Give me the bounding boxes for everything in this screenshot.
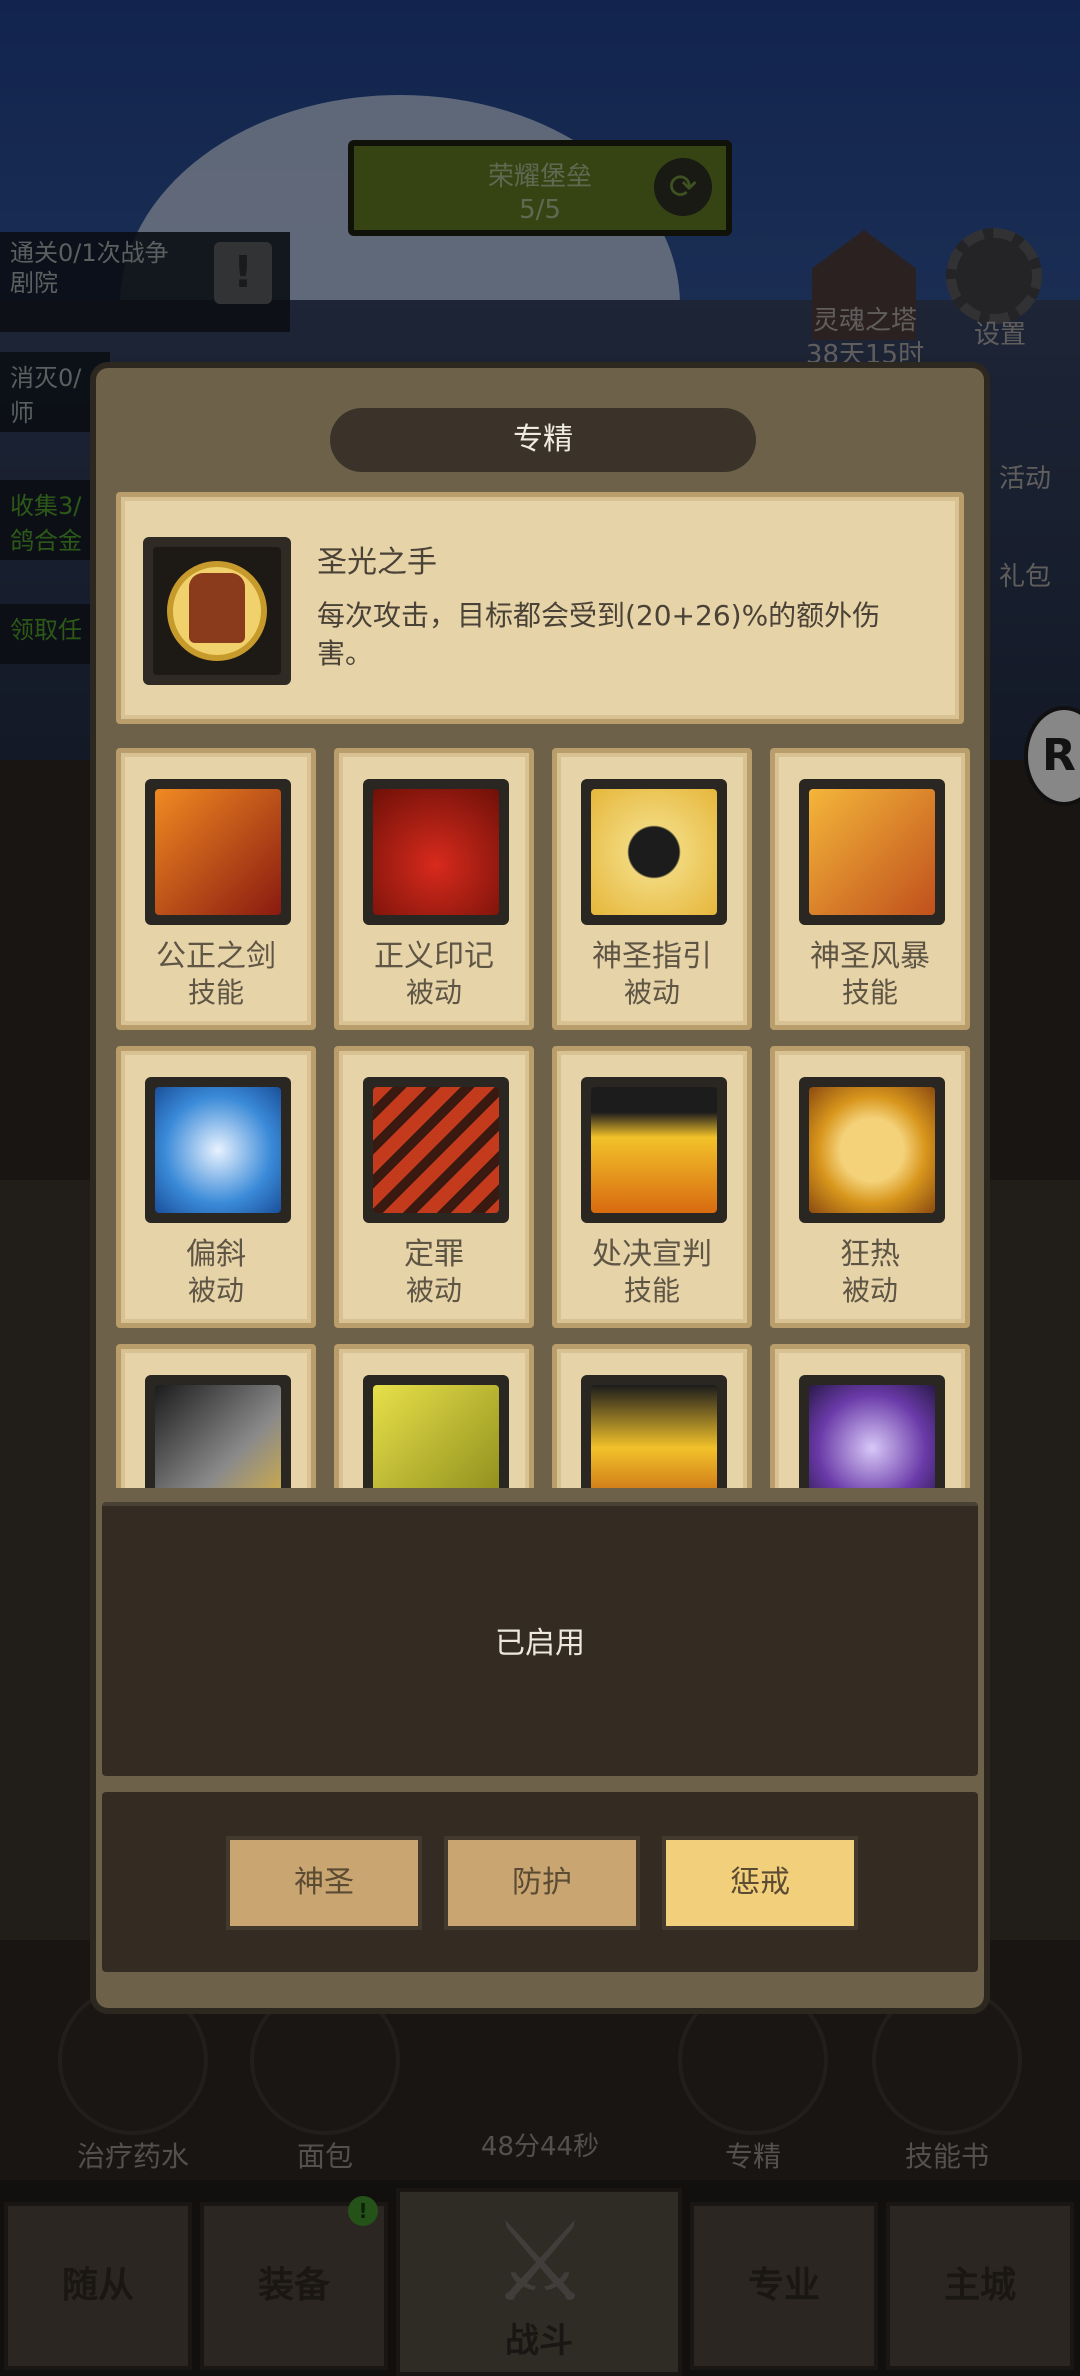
tab-holy[interactable]: 神圣 (226, 1836, 422, 1930)
skill-name: 偏斜 (186, 1237, 246, 1272)
selected-skill-info: 圣光之手 每次攻击，目标都会受到(20+26)%的额外伤害。 (116, 492, 964, 724)
skill-type: 被动 (187, 1274, 244, 1307)
conviction-icon (363, 1077, 509, 1223)
status-text: 已启用 (495, 1626, 585, 1661)
skill-type: 被动 (405, 976, 462, 1009)
skill-name: 狂热 (840, 1237, 900, 1272)
hand-of-light-icon (143, 537, 291, 685)
skill-name: 定罪 (404, 1237, 464, 1272)
skill-card[interactable] (334, 1344, 534, 1488)
skill-card[interactable]: 处决宣判 技能 (552, 1046, 752, 1328)
mark-of-justice-icon (363, 779, 509, 925)
skill-card[interactable]: 偏斜 被动 (116, 1046, 316, 1328)
selected-skill-description: 每次攻击，目标都会受到(20+26)%的额外伤害。 (317, 599, 881, 670)
execution-sentence-icon (581, 1077, 727, 1223)
crossed-blades-icon (363, 1375, 509, 1488)
skill-type: 技能 (623, 1274, 680, 1307)
skill-name: 公正之剑 (156, 939, 276, 974)
tab-retribution[interactable]: 惩戒 (662, 1836, 858, 1930)
golden-crown-icon (581, 1375, 727, 1488)
skill-card[interactable]: 神圣指引 被动 (552, 748, 752, 1030)
skill-card[interactable]: 定罪 被动 (334, 1046, 534, 1328)
skill-card[interactable]: 正义印记 被动 (334, 748, 534, 1030)
specialization-modal: 专精 圣光之手 每次攻击，目标都会受到(20+26)%的额外伤害。 公正之剑 技… (90, 362, 990, 2014)
skill-card[interactable]: 公正之剑 技能 (116, 748, 316, 1030)
skill-grid[interactable]: 公正之剑 技能 正义印记 被动 神圣指引 被动 神圣风暴 技能 偏斜 被动 定罪… (96, 748, 984, 1488)
deflection-icon (145, 1077, 291, 1223)
hammer-icon (145, 1375, 291, 1488)
skill-type: 被动 (841, 1274, 898, 1307)
skill-name: 处决宣判 (592, 1237, 712, 1272)
skill-type: 技能 (187, 976, 244, 1009)
skill-type: 技能 (841, 976, 898, 1009)
skill-card[interactable]: 狂热 被动 (770, 1046, 970, 1328)
purple-hammer-icon (799, 1375, 945, 1488)
skill-card[interactable] (552, 1344, 752, 1488)
skill-type: 被动 (623, 976, 680, 1009)
skill-card[interactable]: 神圣风暴 技能 (770, 748, 970, 1030)
skill-name: 正义印记 (374, 939, 494, 974)
selected-skill-name: 圣光之手 (317, 545, 437, 580)
skill-name: 神圣指引 (592, 939, 712, 974)
skill-card[interactable] (116, 1344, 316, 1488)
zeal-icon (799, 1077, 945, 1223)
status-panel: 已启用 (102, 1502, 978, 1776)
skill-type: 被动 (405, 1274, 462, 1307)
divine-storm-icon (799, 779, 945, 925)
holy-guidance-icon (581, 779, 727, 925)
skill-name: 神圣风暴 (810, 939, 930, 974)
tab-protection[interactable]: 防护 (444, 1836, 640, 1930)
sword-of-justice-icon (145, 779, 291, 925)
modal-title: 专精 (330, 408, 756, 472)
skill-card[interactable] (770, 1344, 970, 1488)
